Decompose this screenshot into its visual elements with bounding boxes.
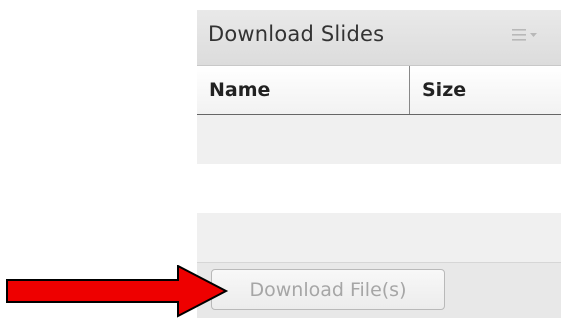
file-list — [197, 115, 561, 262]
column-header-size[interactable]: Size — [410, 66, 561, 114]
download-slides-panel: Download Slides Name Size Download File(… — [197, 10, 561, 318]
column-header-size-label: Size — [422, 79, 467, 101]
list-menu-icon[interactable] — [512, 28, 540, 42]
table-header: Name Size — [197, 66, 561, 115]
panel-footer: Download File(s) — [197, 262, 561, 318]
panel-title: Download Slides — [208, 22, 385, 46]
red-arrow-icon — [6, 265, 229, 318]
panel-header: Download Slides — [197, 10, 561, 66]
column-header-name-label: Name — [209, 79, 271, 101]
table-row — [197, 213, 561, 262]
table-row — [197, 115, 561, 164]
table-row — [197, 164, 561, 213]
column-header-name[interactable]: Name — [197, 66, 410, 114]
download-files-button[interactable]: Download File(s) — [211, 269, 445, 310]
